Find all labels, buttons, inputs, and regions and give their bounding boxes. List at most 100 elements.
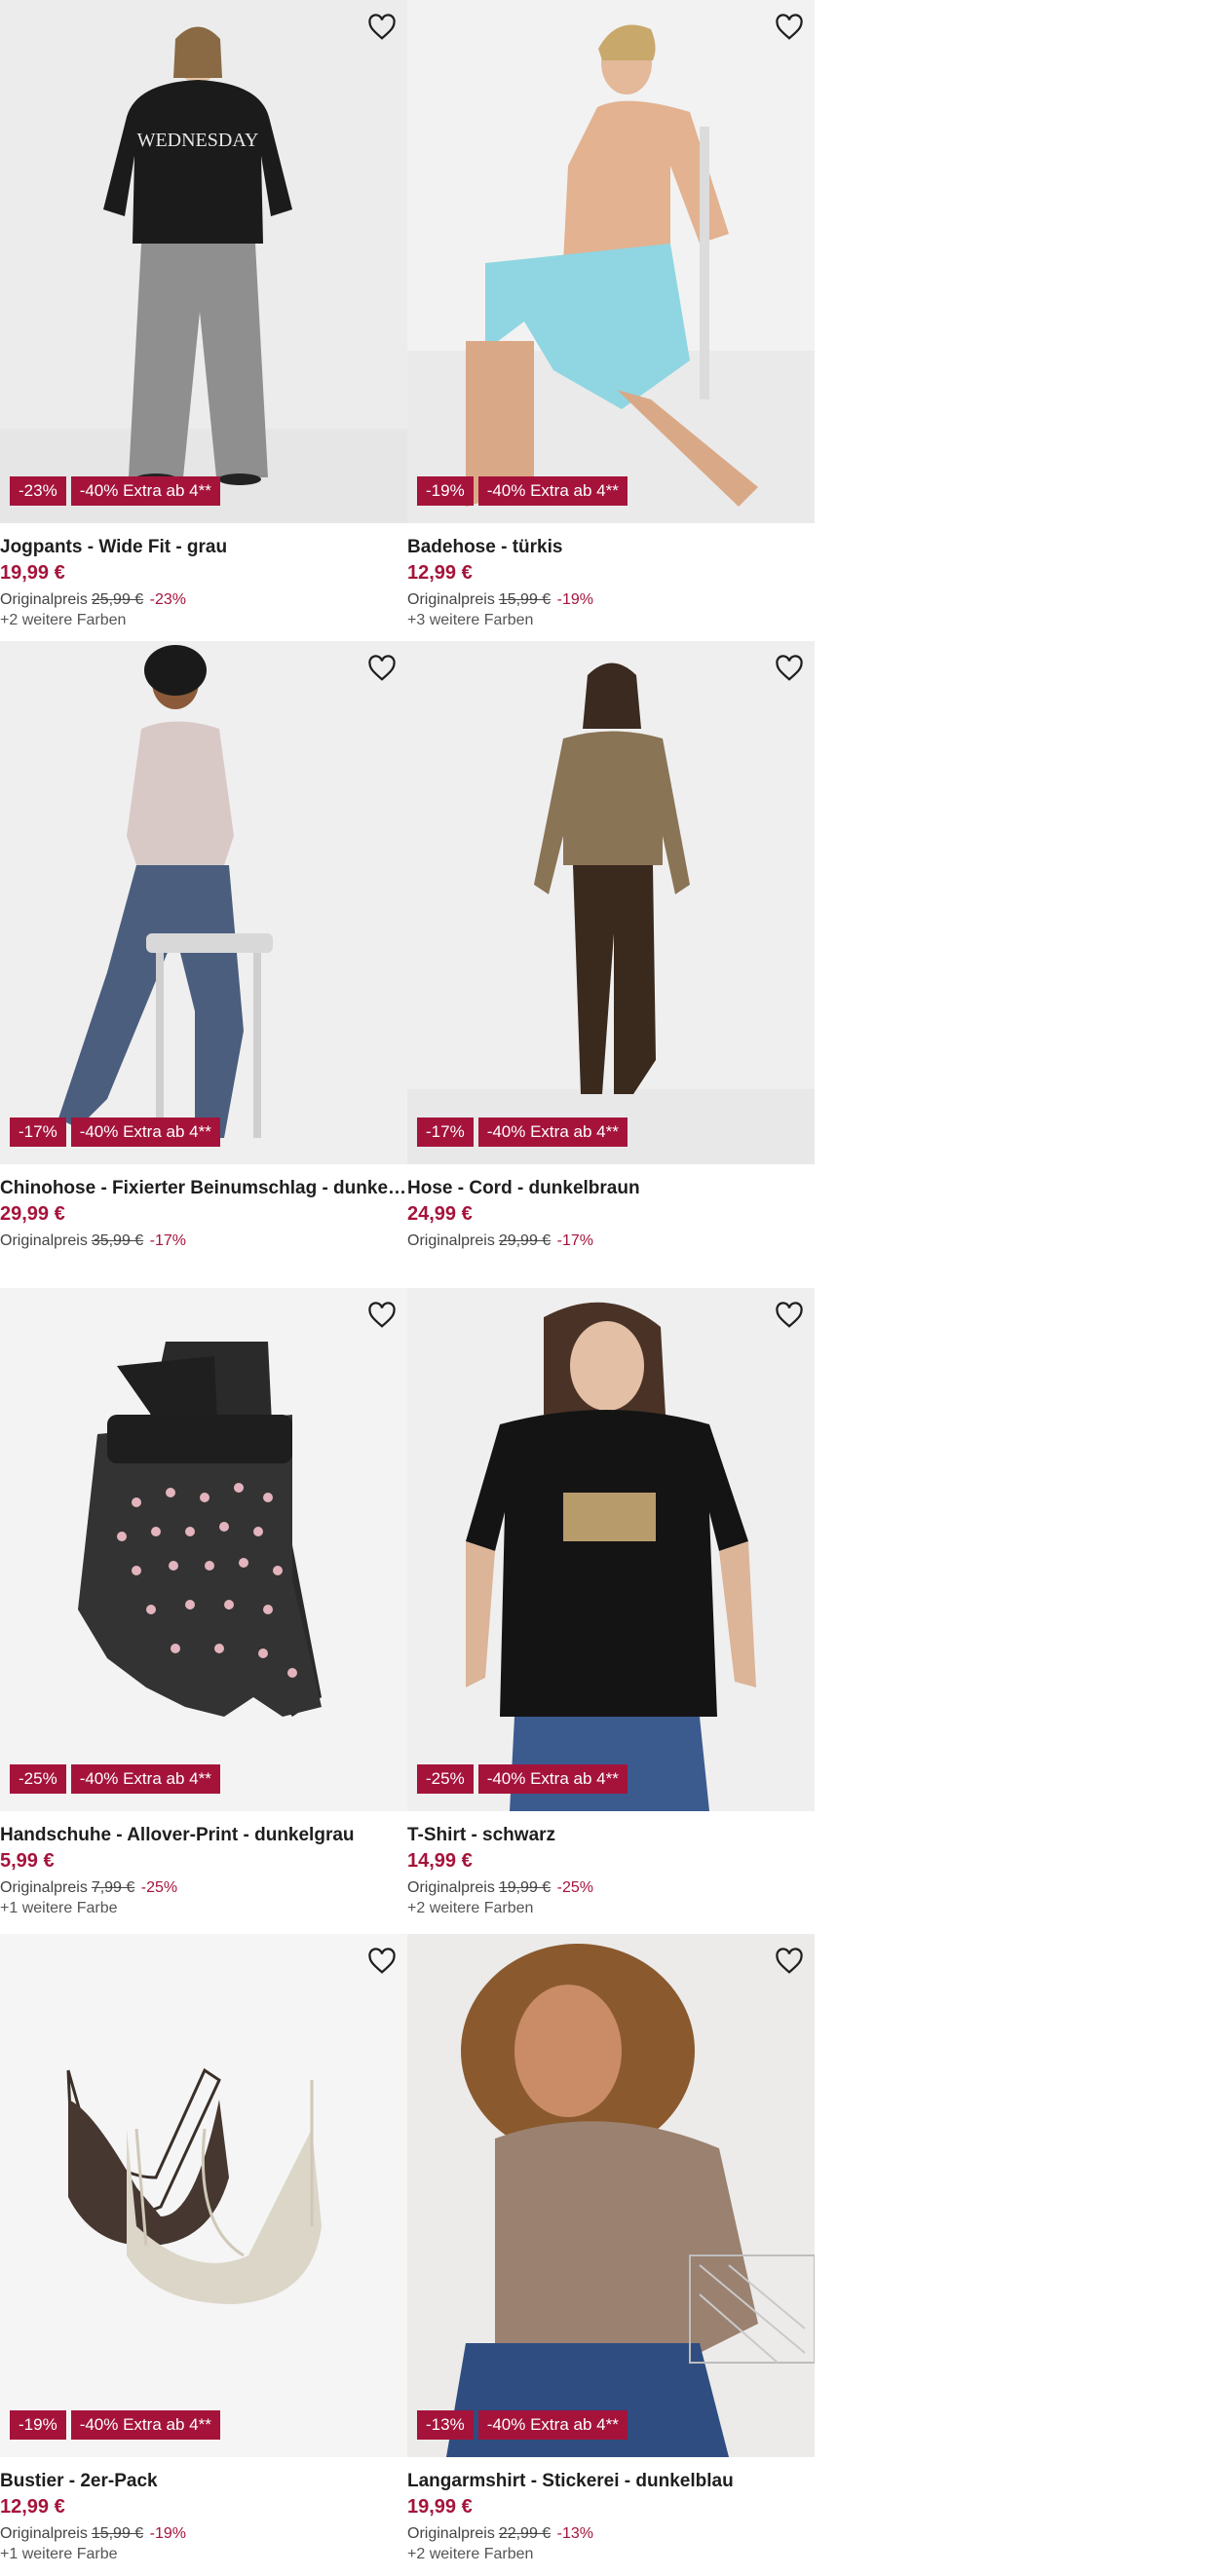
extra-discount-badge: -40% Extra ab 4**: [70, 1764, 220, 1794]
product-image[interactable]: WEDNESDAY -23% -40% Extra ab 4**: [0, 0, 407, 523]
discount-badge: -13%: [417, 2410, 474, 2440]
product-price: 14,99 €: [407, 1850, 473, 1872]
more-colors[interactable]: +1 weitere Farbe: [0, 1899, 407, 1918]
favorite-button[interactable]: [772, 651, 807, 686]
product-name[interactable]: Hose - Cord - dunkelbraun: [407, 1177, 815, 1200]
product-info: Chinohose - Fixierter Beinumschlag - dun…: [0, 1177, 407, 1252]
original-price-row: Originalpreis 19,99 € -25%: [407, 1877, 815, 1899]
original-price-row: Originalpreis 15,99 € -19%: [407, 589, 815, 611]
original-price-row: Originalpreis 25,99 € -23%: [0, 589, 407, 611]
product-name[interactable]: Langarmshirt - Stickerei - dunkelblau: [407, 2470, 815, 2493]
badges: -19% -40% Extra ab 4**: [10, 2410, 220, 2440]
product-price: 29,99 €: [0, 1203, 65, 1225]
more-colors[interactable]: +2 weitere Farben: [407, 2545, 815, 2564]
product-card[interactable]: WEDNESDAY -23% -40% Extra ab 4** Jogpant…: [0, 0, 407, 638]
product-info: Jogpants - Wide Fit - grau 19,99 € Origi…: [0, 536, 407, 630]
product-card[interactable]: -13% -40% Extra ab 4** Langarmshirt - St…: [407, 1934, 815, 2576]
more-colors[interactable]: +1 weitere Farbe: [0, 2545, 407, 2564]
badges: -25% -40% Extra ab 4**: [417, 1764, 628, 1794]
original-price-row: Originalpreis 15,99 € -19%: [0, 2523, 407, 2545]
product-image[interactable]: -17% -40% Extra ab 4**: [407, 641, 815, 1164]
product-photo-jogpants: WEDNESDAY: [0, 0, 407, 523]
favorite-button[interactable]: [364, 10, 400, 45]
product-card[interactable]: -19% -40% Extra ab 4** Badehose - türkis…: [407, 0, 815, 638]
product-info: Hose - Cord - dunkelbraun 24,99 € Origin…: [407, 1177, 815, 1252]
badges: -19% -40% Extra ab 4**: [417, 476, 628, 506]
product-photo-handschuhe: [0, 1288, 407, 1811]
product-card[interactable]: -17% -40% Extra ab 4** Hose - Cord - dun…: [407, 641, 815, 1284]
favorite-button[interactable]: [364, 651, 400, 686]
original-price-row: Originalpreis 7,99 € -25%: [0, 1877, 407, 1899]
product-name[interactable]: Handschuhe - Allover-Print - dunkelgrau: [0, 1824, 407, 1847]
discount-badge: -25%: [417, 1764, 474, 1794]
heart-outline-icon: [776, 1948, 803, 1974]
product-image[interactable]: -17% -40% Extra ab 4**: [0, 641, 407, 1164]
product-price: 19,99 €: [0, 562, 65, 584]
original-price-label: Originalpreis: [0, 1232, 88, 1249]
badges: -23% -40% Extra ab 4**: [10, 476, 220, 506]
product-name[interactable]: Jogpants - Wide Fit - grau: [0, 536, 407, 559]
product-card[interactable]: -19% -40% Extra ab 4** Bustier - 2er-Pac…: [0, 1934, 407, 2576]
discount-badge: -19%: [10, 2410, 66, 2440]
discount-badge: -19%: [417, 476, 474, 506]
product-card[interactable]: -25% -40% Extra ab 4** T-Shirt - schwarz…: [407, 1288, 815, 1931]
product-photo-badehose: [407, 0, 815, 523]
heart-outline-icon: [776, 655, 803, 681]
product-price: 12,99 €: [0, 2496, 65, 2518]
favorite-button[interactable]: [364, 1298, 400, 1333]
extra-discount-badge: -40% Extra ab 4**: [70, 476, 220, 506]
original-price-label: Originalpreis: [0, 2525, 88, 2542]
discount-percent: -19%: [149, 2525, 187, 2542]
discount-percent: -19%: [556, 591, 594, 608]
product-price: 19,99 €: [407, 2496, 473, 2518]
product-image[interactable]: -19% -40% Extra ab 4**: [0, 1934, 407, 2457]
favorite-button[interactable]: [772, 1298, 807, 1333]
discount-percent: -25%: [140, 1879, 178, 1896]
original-price-label: Originalpreis: [0, 1879, 88, 1896]
original-price-row: Originalpreis 29,99 € -17%: [407, 1231, 815, 1252]
extra-discount-badge: -40% Extra ab 4**: [70, 1118, 220, 1147]
product-image[interactable]: -19% -40% Extra ab 4**: [407, 0, 815, 523]
product-image[interactable]: -25% -40% Extra ab 4**: [407, 1288, 815, 1811]
discount-badge: -17%: [417, 1118, 474, 1147]
heart-outline-icon: [776, 1302, 803, 1328]
original-price: 35,99 €: [91, 1232, 144, 1249]
more-colors[interactable]: +2 weitere Farben: [0, 611, 407, 630]
product-image[interactable]: -25% -40% Extra ab 4**: [0, 1288, 407, 1811]
original-price: 15,99 €: [91, 2525, 144, 2542]
heart-outline-icon: [776, 14, 803, 40]
product-image[interactable]: -13% -40% Extra ab 4**: [407, 1934, 815, 2457]
extra-discount-badge: -40% Extra ab 4**: [477, 1118, 628, 1147]
extra-discount-badge: -40% Extra ab 4**: [477, 476, 628, 506]
favorite-button[interactable]: [364, 1944, 400, 1979]
badges: -25% -40% Extra ab 4**: [10, 1764, 220, 1794]
original-price-label: Originalpreis: [407, 1232, 495, 1249]
product-photo-cordhose: [407, 641, 815, 1164]
badges: -17% -40% Extra ab 4**: [10, 1118, 220, 1147]
favorite-button[interactable]: [772, 10, 807, 45]
product-info: Langarmshirt - Stickerei - dunkelblau 19…: [407, 2470, 815, 2564]
product-name[interactable]: Chinohose - Fixierter Beinumschlag - dun…: [0, 1177, 407, 1200]
product-info: T-Shirt - schwarz 14,99 € Originalpreis 1…: [407, 1824, 815, 1918]
product-name[interactable]: Bustier - 2er-Pack: [0, 2470, 407, 2493]
product-info: Handschuhe - Allover-Print - dunkelgrau …: [0, 1824, 407, 1918]
more-colors[interactable]: +3 weitere Farben: [407, 611, 815, 630]
original-price-label: Originalpreis: [407, 591, 495, 608]
original-price-label: Originalpreis: [0, 591, 88, 608]
discount-percent: -13%: [556, 2525, 594, 2542]
discount-percent: -17%: [556, 1232, 594, 1249]
badges: -17% -40% Extra ab 4**: [417, 1118, 628, 1147]
product-name[interactable]: T-Shirt - schwarz: [407, 1824, 815, 1847]
heart-outline-icon: [368, 14, 396, 40]
original-price-label: Originalpreis: [407, 2525, 495, 2542]
product-card[interactable]: -25% -40% Extra ab 4** Handschuhe - Allo…: [0, 1288, 407, 1931]
heart-outline-icon: [368, 1302, 396, 1328]
extra-discount-badge: -40% Extra ab 4**: [477, 2410, 628, 2440]
product-name[interactable]: Badehose - türkis: [407, 536, 815, 559]
original-price-row: Originalpreis 22,99 € -13%: [407, 2523, 815, 2545]
favorite-button[interactable]: [772, 1944, 807, 1979]
product-price: 12,99 €: [407, 562, 473, 584]
original-price-row: Originalpreis 35,99 € -17%: [0, 1231, 407, 1252]
more-colors[interactable]: +2 weitere Farben: [407, 1899, 815, 1918]
product-card[interactable]: -17% -40% Extra ab 4** Chinohose - Fixie…: [0, 641, 407, 1284]
